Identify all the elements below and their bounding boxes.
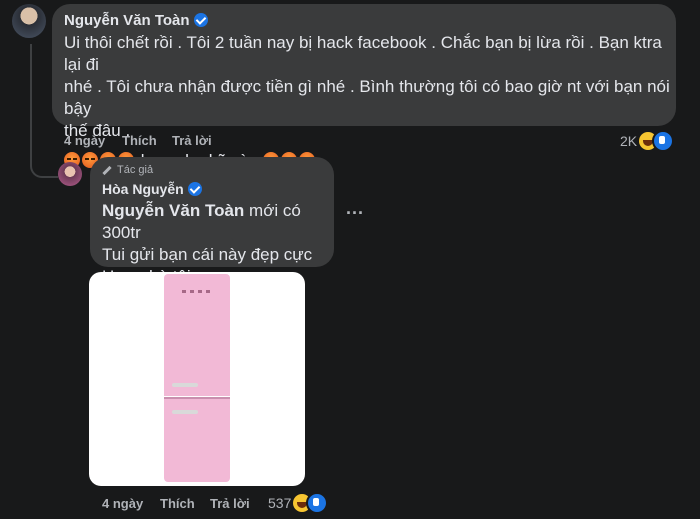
pencil-icon (102, 165, 112, 175)
comment-time[interactable]: 4 ngày (64, 133, 105, 148)
comment-line: Tui gửi bạn cái này đẹp cực (102, 245, 313, 264)
like-button[interactable]: Thích (122, 133, 157, 148)
reaction-summary[interactable]: 537 (268, 492, 329, 514)
avatar[interactable] (58, 162, 82, 186)
comment-line: nhé . Tôi chưa nhận được tiền gì nhé . B… (64, 77, 670, 118)
reply-button[interactable]: Trả lời (172, 133, 212, 148)
reply-button[interactable]: Trả lời (210, 496, 250, 511)
reaction-count: 2K (620, 133, 638, 149)
comment-line: Nguyễn Văn Toàn mới có 300tr (102, 200, 332, 244)
comment-author-row: Nguyễn Văn Toàn (64, 12, 208, 30)
mention-link[interactable]: Nguyễn Văn Toàn (102, 201, 244, 220)
reaction-count: 537 (268, 495, 292, 511)
verified-badge-icon (187, 182, 202, 196)
comment-author[interactable]: Nguyễn Văn Toàn (64, 12, 190, 29)
comment-text: Ui thôi chết rồi . Tôi 2 tuần nay bị hac… (64, 32, 676, 172)
author-badge-label: Tác giả (117, 164, 154, 176)
like-reaction-icon (652, 130, 675, 152)
refrigerator-image (164, 274, 230, 482)
attached-image[interactable] (89, 272, 305, 486)
thread-line (30, 44, 58, 178)
comment-author[interactable]: Hòa Nguyễn (102, 181, 184, 197)
verified-badge-icon (193, 13, 208, 27)
reaction-summary[interactable]: 2K (620, 130, 675, 152)
author-badge: Tác giả (102, 164, 153, 176)
like-button[interactable]: Thích (160, 496, 195, 511)
comment-author-row: Hòa Nguyễn (102, 181, 202, 199)
avatar[interactable] (12, 4, 46, 38)
more-options-button[interactable]: ... (346, 198, 364, 219)
like-reaction-icon (306, 492, 329, 514)
comment-line: Ui thôi chết rồi . Tôi 2 tuần nay bị hac… (64, 33, 662, 74)
comment-time[interactable]: 4 ngày (102, 496, 143, 511)
